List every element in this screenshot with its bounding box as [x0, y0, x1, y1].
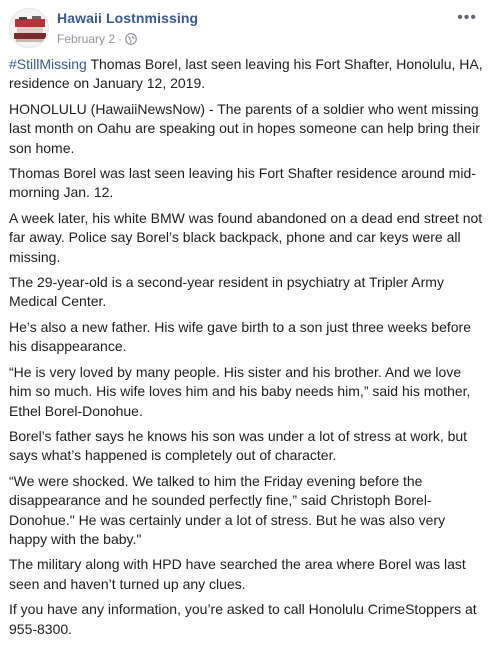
paragraph: “We were shocked. We talked to him the F…: [9, 472, 446, 547]
post-intro: #StillMissing Thomas Borel, last seen le…: [9, 55, 485, 94]
post-meta: February 2 ·: [57, 32, 137, 46]
more-options-icon[interactable]: •••: [457, 10, 477, 26]
post-body: #StillMissing Thomas Borel, last seen le…: [9, 55, 485, 645]
paragraph: The 29-year-old is a second-year residen…: [9, 274, 444, 310]
post-date[interactable]: February 2: [57, 32, 115, 46]
paragraph: Borel’s father says he knows his son was…: [9, 427, 468, 464]
paragraph: “He is very loved by many people. His si…: [9, 363, 471, 419]
paragraph: He’s also a new father. His wife gave bi…: [9, 318, 471, 355]
paragraph: HONOLULU (HawaiiNewsNow) - The parents o…: [9, 100, 480, 156]
paragraph: A week later, his white BMW was found ab…: [9, 209, 483, 265]
meta-separator: ·: [118, 32, 123, 46]
facebook-post: Hawaii Lostnmissing February 2 · ••• #St…: [0, 0, 489, 644]
globe-icon[interactable]: [125, 33, 137, 45]
hashtag-link[interactable]: #StillMissing: [9, 56, 87, 72]
page-name-link[interactable]: Hawaii Lostnmissing: [57, 10, 198, 26]
page-avatar[interactable]: [9, 8, 49, 48]
paragraph: If you have any information, you’re aske…: [9, 601, 477, 637]
post-header: Hawaii Lostnmissing February 2 · •••: [9, 8, 489, 50]
paragraph: The military along with HPD have searche…: [9, 556, 466, 592]
paragraph: Thomas Borel was last seen leaving his F…: [9, 165, 476, 201]
avatar-image: [10, 9, 48, 47]
